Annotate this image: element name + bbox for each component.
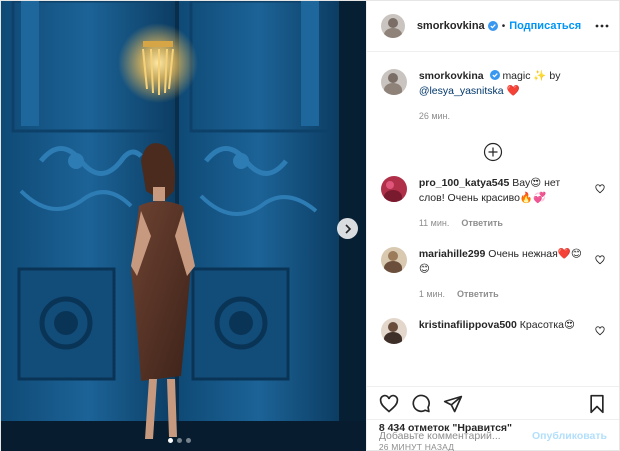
post-header: smorkovkina • Подписаться <box>366 1 619 52</box>
like-comment-button[interactable] <box>595 255 605 268</box>
caption-mention[interactable]: @lesya_yasnitska <box>419 85 504 97</box>
comment-bubble-icon <box>412 394 430 412</box>
carousel-indicator <box>168 438 191 443</box>
follow-button[interactable]: Подписаться <box>509 20 581 32</box>
carousel-dot <box>186 438 191 443</box>
author-username[interactable]: smorkovkina <box>417 20 485 32</box>
comment-body: mariahille299 Очень нежная❤️😊😊 1 мин. От… <box>419 247 589 302</box>
caption: smorkovkina magic ✨ by @lesya_yasnitska … <box>380 69 605 124</box>
comment-username[interactable]: pro_100_katya545 <box>419 177 510 189</box>
caption-avatar[interactable] <box>380 69 407 95</box>
comment-item: pro_100_katya545 Вау😍 нет слов! Очень кр… <box>380 176 605 231</box>
verified-badge-icon <box>487 21 498 31</box>
add-comment-bar: Опубликовать <box>366 419 619 451</box>
bookmark-icon <box>590 394 604 413</box>
photo-scene <box>1 1 366 451</box>
caption-meta: 26 мин. <box>419 109 589 124</box>
comment-button[interactable] <box>411 394 431 414</box>
more-options-button[interactable] <box>595 19 609 33</box>
heart-icon <box>379 394 398 413</box>
comment-item: kristinafilippova500 Красотка😍 <box>380 318 605 344</box>
carousel-dot <box>168 438 173 443</box>
save-button[interactable] <box>587 394 607 414</box>
plus-circle-icon <box>483 142 503 162</box>
comment-username[interactable]: mariahille299 <box>419 248 486 260</box>
more-options-icon <box>595 24 609 28</box>
like-button[interactable] <box>379 394 399 414</box>
carousel-dot <box>177 438 182 443</box>
comments-list[interactable]: smorkovkina magic ✨ by @lesya_yasnitska … <box>367 52 619 386</box>
caption-text: magic ✨ by <box>502 70 561 82</box>
caption-time[interactable]: 26 мин. <box>419 109 450 124</box>
heart-outline-icon <box>595 184 605 194</box>
instagram-post: smorkovkina • Подписаться smorkovkina ma… <box>0 0 620 451</box>
like-comment-button[interactable] <box>595 184 605 197</box>
post-sidebar: smorkovkina • Подписаться smorkovkina ma… <box>365 1 619 451</box>
paper-plane-icon <box>443 395 462 412</box>
commenter-avatar[interactable] <box>380 176 407 202</box>
commenter-avatar[interactable] <box>380 247 407 273</box>
commenter-avatar[interactable] <box>380 318 407 344</box>
share-button[interactable] <box>443 394 463 414</box>
post-photo[interactable] <box>1 1 366 451</box>
author-avatar[interactable] <box>380 14 405 38</box>
carousel-next-button[interactable] <box>337 218 358 239</box>
comment-item: mariahille299 Очень нежная❤️😊😊 1 мин. От… <box>380 247 605 302</box>
publish-button[interactable]: Опубликовать <box>532 430 607 442</box>
post-actions <box>366 386 619 420</box>
comment-meta: 1 мин. Ответить <box>419 287 589 302</box>
verified-badge-icon <box>489 70 500 80</box>
caption-username[interactable]: smorkovkina <box>419 70 484 82</box>
reply-button[interactable]: Ответить <box>457 287 499 302</box>
separator-dot: • <box>501 20 506 32</box>
heart-outline-icon <box>595 326 605 336</box>
comment-text: Красотка😍 <box>519 319 575 331</box>
comment-meta: 11 мин. Ответить <box>419 216 589 231</box>
comment-body: kristinafilippova500 Красотка😍 <box>419 318 589 344</box>
comment-input[interactable] <box>378 430 533 442</box>
caption-body: smorkovkina magic ✨ by @lesya_yasnitska … <box>419 69 589 124</box>
comment-body: pro_100_katya545 Вау😍 нет слов! Очень кр… <box>419 176 589 231</box>
load-more-comments-button[interactable] <box>381 142 605 162</box>
comment-time[interactable]: 11 мин. <box>419 216 450 231</box>
reply-button[interactable]: Ответить <box>461 216 503 231</box>
chevron-right-icon <box>344 223 351 234</box>
comment-username[interactable]: kristinafilippova500 <box>419 319 517 331</box>
caption-emoji: ❤️ <box>506 85 520 97</box>
like-comment-button[interactable] <box>595 326 605 339</box>
comment-time[interactable]: 1 мин. <box>419 287 445 302</box>
heart-outline-icon <box>595 255 605 265</box>
